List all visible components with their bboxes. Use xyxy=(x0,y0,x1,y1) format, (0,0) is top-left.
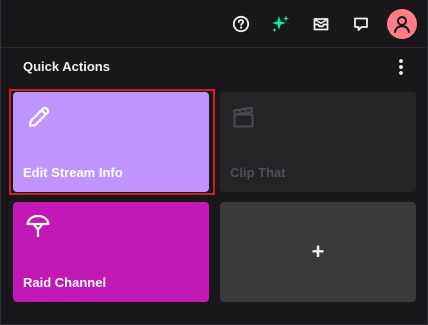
add-quick-action-button[interactable]: + xyxy=(220,202,416,302)
pencil-icon xyxy=(26,104,52,130)
panel-header: Quick Actions xyxy=(1,48,427,84)
tile-label: Raid Channel xyxy=(23,275,107,290)
whispers-icon[interactable] xyxy=(349,12,373,36)
user-avatar-icon[interactable] xyxy=(387,9,417,39)
help-icon[interactable] xyxy=(229,12,253,36)
vertical-dots-icon[interactable] xyxy=(393,57,409,77)
plus-icon: + xyxy=(311,239,325,264)
tile-label: Edit Stream Info xyxy=(23,165,123,180)
sparkle-icon[interactable] xyxy=(269,12,293,36)
raid-icon xyxy=(25,213,51,239)
clip-that-tile: Clip That xyxy=(220,92,416,192)
raid-channel-tile[interactable]: Raid Channel xyxy=(13,202,209,302)
inbox-icon[interactable] xyxy=(309,12,333,36)
panel-title: Quick Actions xyxy=(23,59,110,74)
clapperboard-icon xyxy=(231,104,257,130)
quick-actions-window: Quick Actions Edit Stream Info Clip That… xyxy=(0,0,428,325)
top-bar xyxy=(1,0,427,48)
tile-label: Clip That xyxy=(230,165,286,180)
edit-stream-info-tile[interactable]: Edit Stream Info xyxy=(13,92,209,192)
